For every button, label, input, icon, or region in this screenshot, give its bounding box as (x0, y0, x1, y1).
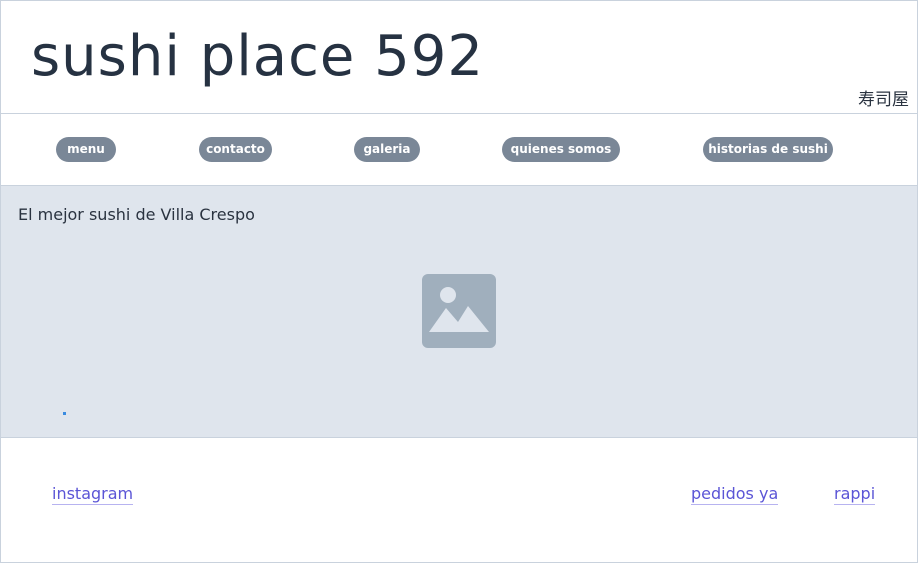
main-nav: menu contacto galeria quienes somos hist… (1, 114, 917, 186)
instagram-link[interactable]: instagram (52, 484, 134, 505)
page-frame: sushi place 592 寿司屋 menu contacto galeri… (0, 0, 918, 563)
carousel-indicator-dot (63, 412, 66, 415)
site-header: sushi place 592 寿司屋 (1, 1, 917, 114)
site-footer: instagram pedidos ya rappi (1, 438, 917, 562)
hero-tagline: El mejor sushi de Villa Crespo (18, 205, 255, 224)
nav-quienes-somos-button[interactable]: quienes somos (502, 137, 620, 162)
rappi-link[interactable]: rappi (834, 484, 876, 505)
nav-historias-de-sushi-button[interactable]: historias de sushi (703, 137, 833, 162)
nav-galeria-button[interactable]: galeria (354, 137, 420, 162)
hero-section: El mejor sushi de Villa Crespo (1, 186, 917, 438)
image-icon (422, 274, 496, 348)
site-title: sushi place 592 (31, 24, 485, 89)
pedidos-ya-link[interactable]: pedidos ya (691, 484, 779, 505)
nav-contacto-button[interactable]: contacto (199, 137, 272, 162)
site-kanji-label: 寿司屋 (858, 90, 909, 110)
nav-menu-button[interactable]: menu (56, 137, 116, 162)
